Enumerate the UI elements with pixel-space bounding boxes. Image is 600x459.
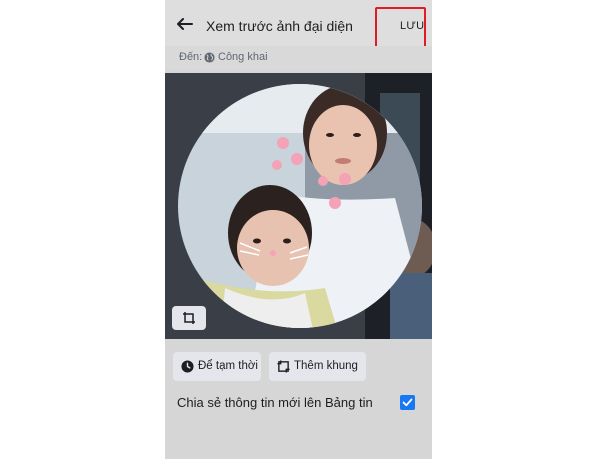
add-frame-button[interactable]: Thêm khung xyxy=(269,352,366,381)
share-to-feed-row[interactable]: Chia sẻ thông tin mới lên Bảng tin xyxy=(165,390,432,414)
save-button[interactable]: LƯU xyxy=(400,20,424,32)
audience-selector[interactable]: Đến: Công khai xyxy=(165,46,432,70)
frame-icon xyxy=(277,360,290,373)
make-temporary-button[interactable]: Để tạm thời xyxy=(173,352,261,381)
crop-button[interactable] xyxy=(172,306,206,330)
share-to-feed-label: Chia sẻ thông tin mới lên Bảng tin xyxy=(177,395,373,410)
add-frame-label: Thêm khung xyxy=(294,360,358,372)
top-bar: Xem trước ảnh đại diện LƯU xyxy=(165,0,432,59)
checkmark-icon xyxy=(402,398,413,407)
audience-label: Đến: xyxy=(179,51,203,63)
crop-icon xyxy=(183,312,195,324)
profile-picture-preview-screen: Xem trước ảnh đại diện LƯU Đến: Công kha… xyxy=(165,0,432,459)
profile-photo-preview[interactable] xyxy=(165,73,432,339)
back-arrow-icon[interactable] xyxy=(177,18,193,30)
photo-image xyxy=(165,73,432,339)
make-temporary-label: Để tạm thời xyxy=(198,360,258,372)
page-title: Xem trước ảnh đại diện xyxy=(206,18,353,34)
photo-actions: Để tạm thời Thêm khung xyxy=(165,352,432,382)
globe-icon xyxy=(204,52,215,63)
audience-value[interactable]: Công khai xyxy=(218,51,268,63)
share-to-feed-checkbox[interactable] xyxy=(400,395,415,410)
clock-icon xyxy=(181,360,194,373)
